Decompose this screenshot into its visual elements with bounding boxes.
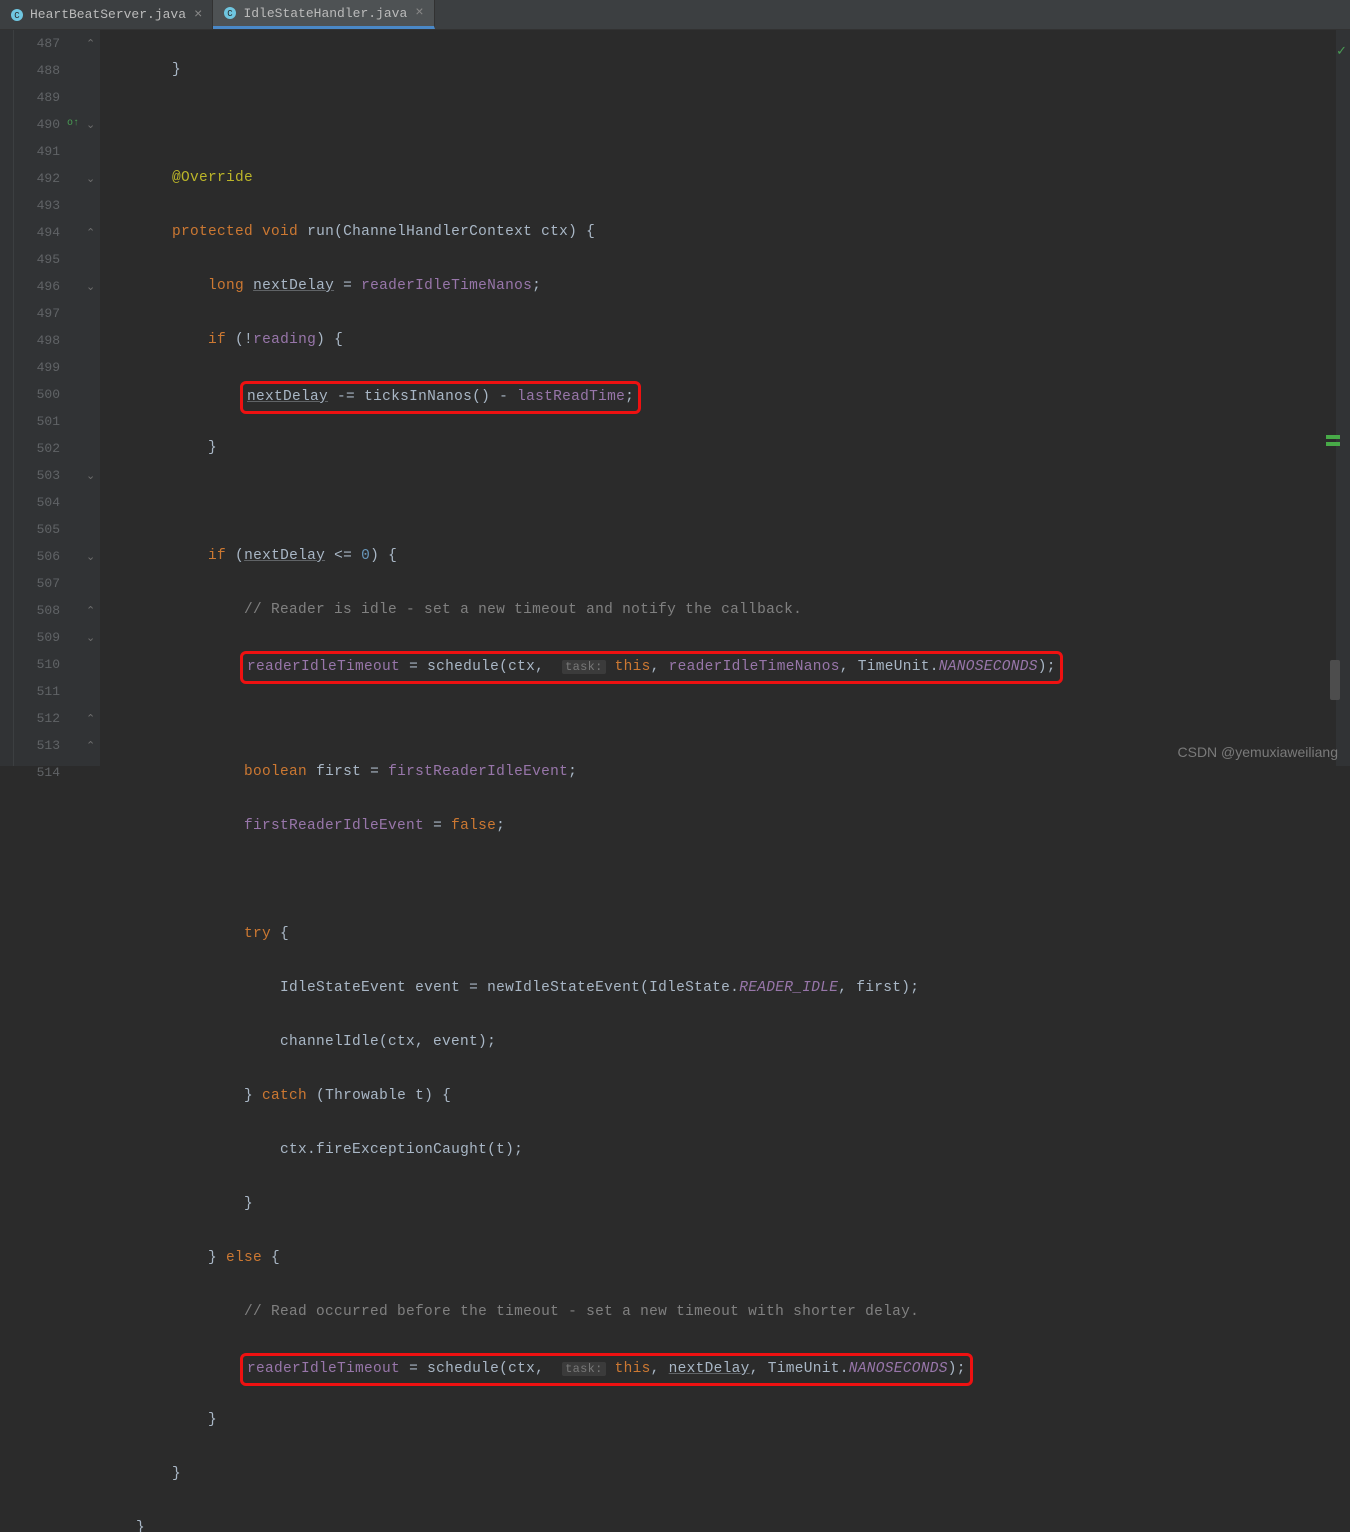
line-number: 498	[14, 327, 60, 354]
fold-down-icon[interactable]: ⌄	[86, 631, 96, 641]
line-number: 504	[14, 489, 60, 516]
tab-bar: C HeartBeatServer.java × C IdleStateHand…	[0, 0, 1350, 30]
fold-up-icon[interactable]: ⌃	[86, 712, 96, 722]
code-line: // Reader is idle - set a new timeout an…	[100, 597, 1336, 624]
line-number: 496	[14, 273, 60, 300]
line-number: 489	[14, 84, 60, 111]
code-line: } catch (Throwable t) {	[100, 1083, 1336, 1110]
close-icon[interactable]: ×	[415, 5, 423, 21]
fold-down-icon[interactable]: ⌄	[86, 172, 96, 182]
code-line: channelIdle(ctx, event);	[100, 1029, 1336, 1056]
fold-down-icon[interactable]: ⌄	[86, 280, 96, 290]
right-gutter: ✓	[1336, 30, 1350, 766]
line-number: 493	[14, 192, 60, 219]
tab-label: HeartBeatServer.java	[30, 7, 186, 22]
code-line: if (!reading) {	[100, 327, 1336, 354]
fold-up-icon[interactable]: ⌃	[86, 226, 96, 236]
line-number: 501	[14, 408, 60, 435]
line-number: 503	[14, 462, 60, 489]
line-number: 488	[14, 57, 60, 84]
code-line: long nextDelay = readerIdleTimeNanos;	[100, 273, 1336, 300]
svg-text:C: C	[14, 11, 20, 21]
line-number: 487	[14, 30, 60, 57]
file-icon: C	[223, 6, 237, 20]
highlight-box: nextDelay -= ticksInNanos() - lastReadTi…	[240, 381, 641, 414]
line-number: 494	[14, 219, 60, 246]
line-number: 505	[14, 516, 60, 543]
fold-down-icon[interactable]: ⌄	[86, 469, 96, 479]
line-number: 499	[14, 354, 60, 381]
code-line	[100, 111, 1336, 138]
line-number: 500	[14, 381, 60, 408]
code-line: firstReaderIdleEvent = false;	[100, 813, 1336, 840]
code-line: }	[100, 1407, 1336, 1434]
line-number: 492	[14, 165, 60, 192]
fold-up-icon[interactable]: ⌃	[86, 37, 96, 47]
line-number: 509	[14, 624, 60, 651]
code-line: try {	[100, 921, 1336, 948]
code-line: ctx.fireExceptionCaught(t);	[100, 1137, 1336, 1164]
code-line: }	[100, 1461, 1336, 1488]
code-line	[100, 867, 1336, 894]
code-line: readerIdleTimeout = schedule(ctx, task: …	[100, 651, 1336, 678]
code-area[interactable]: } @Override protected void run(ChannelHa…	[100, 30, 1336, 766]
scrollbar-thumb[interactable]	[1330, 660, 1340, 700]
code-line: }	[100, 1515, 1336, 1532]
tab-heartbeat[interactable]: C HeartBeatServer.java ×	[0, 0, 213, 29]
line-number: 502	[14, 435, 60, 462]
line-number: 506	[14, 543, 60, 570]
scroll-marker	[1326, 435, 1340, 439]
line-number: 495	[14, 246, 60, 273]
code-line: IdleStateEvent event = newIdleStateEvent…	[100, 975, 1336, 1002]
fold-up-icon[interactable]: ⌃	[86, 604, 96, 614]
code-line: readerIdleTimeout = schedule(ctx, task: …	[100, 1353, 1336, 1380]
line-number: 512	[14, 705, 60, 732]
left-gutter	[0, 30, 14, 766]
code-line: } else {	[100, 1245, 1336, 1272]
line-number-gutter: 487 488 489 490 491 492 493 494 495 496 …	[14, 30, 68, 766]
line-number: 497	[14, 300, 60, 327]
highlight-box: readerIdleTimeout = schedule(ctx, task: …	[240, 651, 1063, 684]
line-number: 490	[14, 111, 60, 138]
code-line: // Read occurred before the timeout - se…	[100, 1299, 1336, 1326]
code-line: }	[100, 57, 1336, 84]
fold-down-icon[interactable]: ⌄	[86, 550, 96, 560]
tab-idlestate[interactable]: C IdleStateHandler.java ×	[213, 0, 434, 29]
line-number: 508	[14, 597, 60, 624]
code-line: @Override	[100, 165, 1336, 192]
code-line: }	[100, 435, 1336, 462]
fold-down-icon[interactable]: ⌄	[86, 118, 96, 128]
code-line	[100, 489, 1336, 516]
line-number: 511	[14, 678, 60, 705]
code-line: nextDelay -= ticksInNanos() - lastReadTi…	[100, 381, 1336, 408]
line-number: 514	[14, 759, 60, 786]
highlight-box: readerIdleTimeout = schedule(ctx, task: …	[240, 1353, 973, 1386]
svg-text:C: C	[228, 9, 234, 19]
code-line	[100, 705, 1336, 732]
code-line: }	[100, 1191, 1336, 1218]
override-icon[interactable]: o↑	[67, 118, 81, 132]
fold-up-icon[interactable]: ⌃	[86, 739, 96, 749]
file-icon: C	[10, 8, 24, 22]
line-number: 491	[14, 138, 60, 165]
scroll-marker	[1326, 442, 1340, 446]
editor: 487 488 489 490 491 492 493 494 495 496 …	[0, 30, 1350, 766]
code-line: if (nextDelay <= 0) {	[100, 543, 1336, 570]
line-number: 513	[14, 732, 60, 759]
icon-gutter: ⌃ o↑ ⌄ ⌄ ⌃ ⌄ ⌄ ⌄ ⌃ ⌄ ⌃ ⌃	[68, 30, 100, 766]
tab-label: IdleStateHandler.java	[243, 6, 407, 21]
analysis-ok-icon[interactable]: ✓	[1336, 44, 1347, 59]
line-number: 510	[14, 651, 60, 678]
code-line: boolean first = firstReaderIdleEvent;	[100, 759, 1336, 786]
close-icon[interactable]: ×	[194, 7, 202, 23]
line-number: 507	[14, 570, 60, 597]
watermark: CSDN @yemuxiaweiliang	[1178, 744, 1339, 760]
code-line: protected void run(ChannelHandlerContext…	[100, 219, 1336, 246]
